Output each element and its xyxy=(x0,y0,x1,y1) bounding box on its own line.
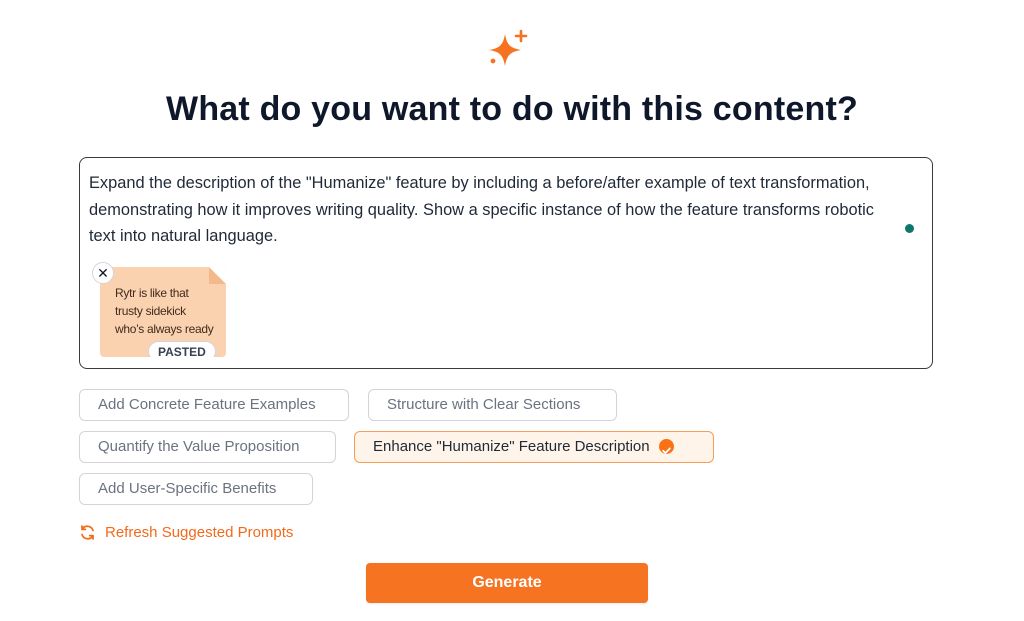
suggestion-label: Structure with Clear Sections xyxy=(387,396,581,413)
page-title: What do you want to do with this content… xyxy=(166,90,858,128)
suggestion-label: Quantify the Value Proposition xyxy=(98,438,300,455)
suggestion-chip[interactable]: Quantify the Value Proposition xyxy=(79,431,336,463)
page-fold xyxy=(209,267,226,284)
refresh-prompts-link[interactable]: Refresh Suggested Prompts xyxy=(79,524,293,541)
refresh-icon xyxy=(81,525,94,540)
suggestion-label: Add Concrete Feature Examples xyxy=(98,396,316,413)
status-dot xyxy=(905,224,914,233)
suggestion-label: Add User-Specific Benefits xyxy=(98,480,277,497)
close-icon: ✕ xyxy=(97,264,109,281)
pasted-content-card[interactable]: Rytr is like that trusty sidekick who’s … xyxy=(100,267,226,357)
suggestion-label: Enhance "Humanize" Feature Description xyxy=(373,438,650,455)
prompt-editor[interactable]: Expand the description of the "Humanize"… xyxy=(79,157,933,369)
remove-pasted-button[interactable]: ✕ xyxy=(92,262,114,284)
refresh-label: Refresh Suggested Prompts xyxy=(105,524,294,541)
suggestion-chip[interactable]: Add User-Specific Benefits xyxy=(79,473,313,505)
pasted-preview: Rytr is like that trusty sidekick who’s … xyxy=(115,286,214,336)
prompt-text[interactable]: Expand the description of the "Humanize"… xyxy=(89,170,901,250)
suggestion-chip[interactable]: Add Concrete Feature Examples xyxy=(79,389,349,421)
check-icon xyxy=(658,438,674,454)
suggestion-chip[interactable]: Structure with Clear Sections xyxy=(368,389,617,421)
generate-button[interactable]: Generate xyxy=(366,563,648,603)
suggestion-chip-selected[interactable]: Enhance "Humanize" Feature Description xyxy=(354,431,714,463)
sparkle-logo-icon xyxy=(485,28,529,72)
pasted-badge: PASTED xyxy=(148,341,216,357)
